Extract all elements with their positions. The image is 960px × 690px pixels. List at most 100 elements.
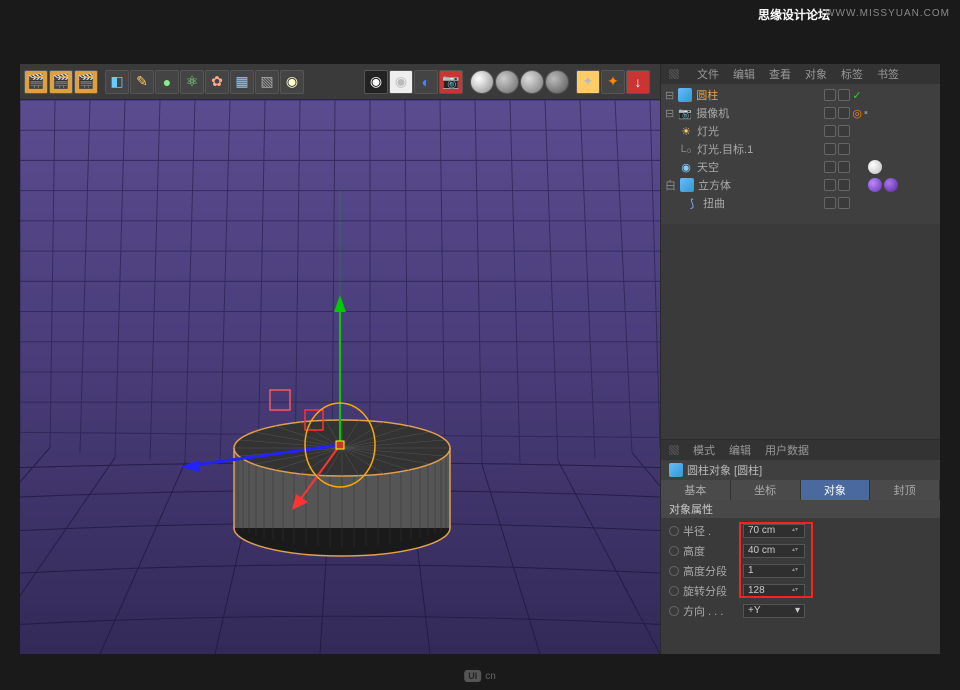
material-4-icon[interactable] <box>545 70 569 94</box>
menu-userdata[interactable]: 用户数据 <box>765 442 809 458</box>
field-radius: 半径 . 70 cm▴▾ <box>669 522 932 540</box>
tree-item-bend[interactable]: ⟆ 扭曲 <box>661 194 820 212</box>
tree-item-light-target[interactable]: L₀ 灯光.目标.1 <box>661 140 820 158</box>
tag-row[interactable]: ✓ <box>822 86 938 104</box>
pencil-icon[interactable]: ✎ <box>130 70 154 94</box>
visibility-dot-icon[interactable] <box>838 197 850 209</box>
film-1-icon[interactable]: 🎬 <box>24 70 48 94</box>
tab-object[interactable]: 对象 <box>801 480 871 500</box>
panel-grip-icon[interactable] <box>669 445 679 455</box>
expand-icon[interactable]: 白 <box>665 177 676 193</box>
cylinder-object[interactable] <box>230 410 455 560</box>
picture-icon[interactable]: ▧ <box>255 70 279 94</box>
molecule-icon[interactable]: ⚛ <box>180 70 204 94</box>
cube-icon <box>680 178 694 192</box>
keyframe-dot-icon[interactable] <box>669 546 679 556</box>
visibility-dot-icon[interactable] <box>824 89 836 101</box>
film-2-icon[interactable]: 🎬 <box>49 70 73 94</box>
visibility-dot-icon[interactable] <box>824 107 836 119</box>
grid-icon[interactable]: ▦ <box>230 70 254 94</box>
tag-row[interactable] <box>822 140 938 158</box>
camera-icon[interactable]: 📷 <box>439 70 463 94</box>
tag-icon[interactable]: ✓ <box>852 89 861 102</box>
orientation-dropdown[interactable]: +Y▾ <box>743 604 805 618</box>
tree-item-light[interactable]: ☀ 灯光 <box>661 122 820 140</box>
tree-item-cylinder[interactable]: ⊟ 圆柱 <box>661 86 820 104</box>
visibility-dot-icon[interactable] <box>838 89 850 101</box>
material-tag-icon[interactable] <box>868 160 882 174</box>
bulb-icon[interactable]: ◉ <box>280 70 304 94</box>
menu-mode[interactable]: 模式 <box>693 442 715 458</box>
tab-basic[interactable]: 基本 <box>661 480 731 500</box>
watermark-site-name: 思缘设计论坛 <box>758 6 830 23</box>
menu-tags[interactable]: 标签 <box>841 66 863 82</box>
visibility-dot-icon[interactable] <box>838 125 850 137</box>
visibility-dot-icon[interactable] <box>838 179 850 191</box>
visibility-dot-icon[interactable] <box>838 143 850 155</box>
keyframe-dot-icon[interactable] <box>669 586 679 596</box>
tag-icon[interactable]: ▪ <box>864 107 868 119</box>
spinner-icon[interactable]: ▴▾ <box>792 588 800 593</box>
material-tag-icon[interactable] <box>884 178 898 192</box>
visibility-dot-icon[interactable] <box>824 161 836 173</box>
material-1-icon[interactable] <box>470 70 494 94</box>
material-tag-icon[interactable] <box>868 178 882 192</box>
object-manager: 文件 编辑 查看 对象 标签 书签 ⊟ 圆柱 ⊟ 📷 摄像机 <box>661 64 940 224</box>
visibility-dot-icon[interactable] <box>838 161 850 173</box>
render-region-icon[interactable]: ◉ <box>364 70 388 94</box>
axis-icon[interactable]: ✦ <box>576 70 600 94</box>
menu-edit[interactable]: 编辑 <box>729 442 751 458</box>
tree-item-camera[interactable]: ⊟ 📷 摄像机 <box>661 104 820 122</box>
spinner-icon[interactable]: ▴▾ <box>792 548 800 553</box>
keyframe-dot-icon[interactable] <box>669 566 679 576</box>
menu-file[interactable]: 文件 <box>697 66 719 82</box>
spinner-icon[interactable]: ▴▾ <box>792 528 800 533</box>
tree-item-cube[interactable]: 白 立方体 <box>661 176 820 194</box>
material-3-icon[interactable] <box>520 70 544 94</box>
tab-caps[interactable]: 封顶 <box>870 480 940 500</box>
footer-watermark: UI cn <box>464 670 496 682</box>
height-input[interactable]: 40 cm▴▾ <box>743 544 805 558</box>
render-view-icon[interactable]: ◉ <box>389 70 413 94</box>
tag-row[interactable]: ◎▪ <box>822 104 938 122</box>
radius-input[interactable]: 70 cm▴▾ <box>743 524 805 538</box>
tag-row[interactable] <box>822 122 938 140</box>
expand-icon[interactable]: ⊟ <box>665 89 674 102</box>
field-label: 方向 . . . <box>683 603 739 619</box>
visibility-dot-icon[interactable] <box>824 125 836 137</box>
keyframe-dot-icon[interactable] <box>669 606 679 616</box>
tree-item-sky[interactable]: ◉ 天空 <box>661 158 820 176</box>
menu-bookmarks[interactable]: 书签 <box>877 66 899 82</box>
object-title: 圆柱对象 [圆柱] <box>687 462 762 478</box>
film-3-icon[interactable]: 🎬 <box>74 70 98 94</box>
visibility-dot-icon[interactable] <box>838 107 850 119</box>
tag-row[interactable] <box>822 194 938 212</box>
cube-primitive-icon[interactable]: ◧ <box>105 70 129 94</box>
center-icon[interactable]: ✦ <box>601 70 625 94</box>
menu-object[interactable]: 对象 <box>805 66 827 82</box>
expand-icon[interactable]: ⊟ <box>665 107 674 120</box>
sphere-icon[interactable]: ● <box>155 70 179 94</box>
tree-label: 灯光 <box>697 123 719 139</box>
menu-edit[interactable]: 编辑 <box>733 66 755 82</box>
visibility-dot-icon[interactable] <box>824 197 836 209</box>
material-2-icon[interactable] <box>495 70 519 94</box>
object-tree[interactable]: ⊟ 圆柱 ⊟ 📷 摄像机 ☀ 灯光 <box>661 84 820 224</box>
camera-icon: 📷 <box>678 106 692 120</box>
visibility-dot-icon[interactable] <box>824 179 836 191</box>
brush-icon[interactable]: ✿ <box>205 70 229 94</box>
menu-view[interactable]: 查看 <box>769 66 791 82</box>
tag-row[interactable] <box>822 176 938 194</box>
height-segments-input[interactable]: 1▴▾ <box>743 564 805 578</box>
tag-row[interactable] <box>822 158 938 176</box>
keyframe-dot-icon[interactable] <box>669 526 679 536</box>
target-tag-icon[interactable]: ◎ <box>852 107 862 120</box>
viewport-3d[interactable] <box>20 100 660 654</box>
render-settings-icon[interactable]: ◐ <box>414 70 438 94</box>
tab-coord[interactable]: 坐标 <box>731 480 801 500</box>
panel-grip-icon[interactable] <box>669 69 679 79</box>
spinner-icon[interactable]: ▴▾ <box>792 568 800 573</box>
rotation-segments-input[interactable]: 128▴▾ <box>743 584 805 598</box>
move-icon[interactable]: ↓ <box>626 70 650 94</box>
visibility-dot-icon[interactable] <box>824 143 836 155</box>
